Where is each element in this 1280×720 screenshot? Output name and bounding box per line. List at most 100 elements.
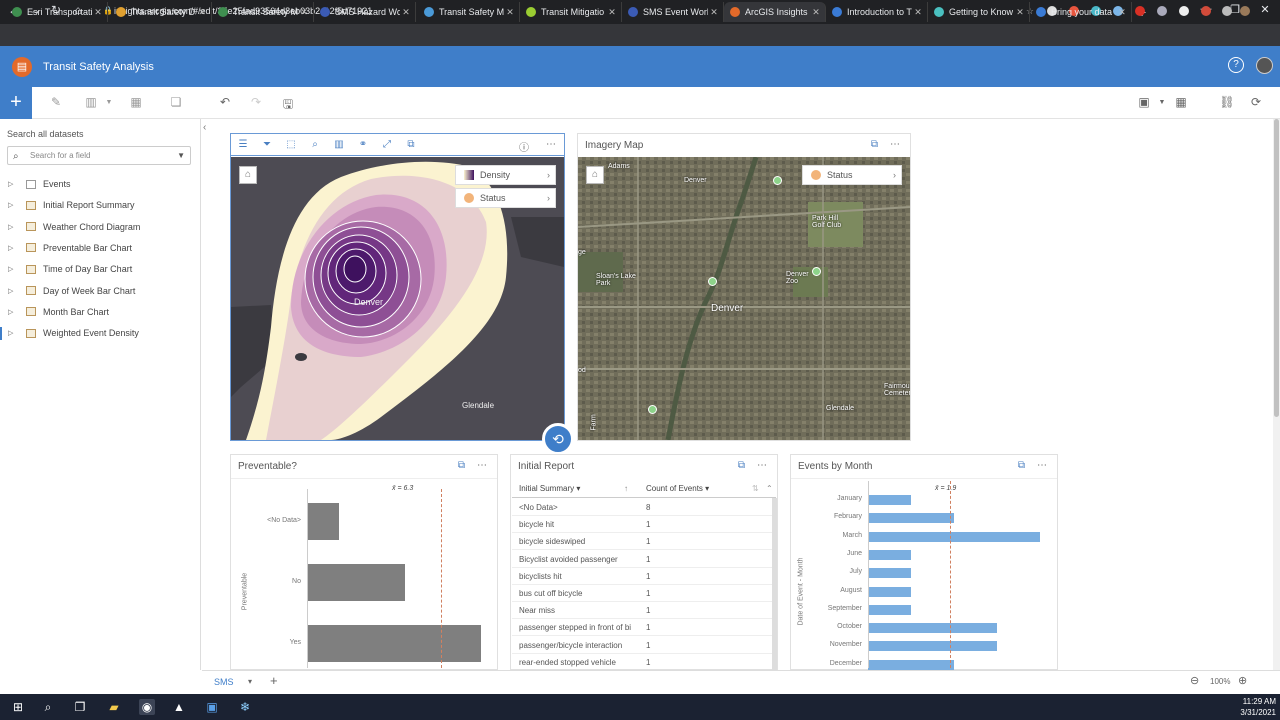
chevron-down-icon[interactable]: ▼ xyxy=(1153,99,1171,106)
chevron-up-icon[interactable]: ⌃ xyxy=(766,480,773,498)
event-point[interactable] xyxy=(708,277,717,286)
task-view-icon[interactable]: ❐ xyxy=(72,699,88,715)
imagery-map-canvas[interactable]: ⌂ Status › Adams Denver Park Hill Golf C… xyxy=(578,157,910,440)
table-row[interactable]: Bicyclist avoided passenger 1 xyxy=(512,551,774,568)
table-row[interactable]: passenger stepped in front of bi 1 xyxy=(512,619,774,637)
bar[interactable] xyxy=(307,625,481,662)
chevron-down-icon[interactable]: ▼ xyxy=(177,147,185,164)
browser-tab[interactable]: Transit Safety Ma ✕ xyxy=(212,2,314,22)
bar[interactable] xyxy=(868,568,911,579)
duplicate-icon[interactable]: ⧉ xyxy=(1018,460,1025,471)
close-tab-icon[interactable]: ✕ xyxy=(1116,7,1128,18)
browser-tab[interactable]: Transit Mitigatio ✕ xyxy=(520,2,622,22)
chevron-down-icon[interactable]: ▼ xyxy=(100,99,118,106)
browser-tab[interactable]: ArcGIS Insights ✕ xyxy=(724,2,826,22)
event-point[interactable] xyxy=(812,267,821,276)
browser-tab[interactable]: Bring your data ✕ xyxy=(1030,2,1132,22)
search-datasets-link[interactable]: Search all datasets xyxy=(7,129,84,139)
expand-triangle-icon[interactable]: ▷ xyxy=(8,287,18,295)
extensions-puzzle-icon[interactable] xyxy=(1222,6,1232,16)
dataset-item[interactable]: ▷ Weather Chord Diagram xyxy=(8,219,140,235)
expand-triangle-icon[interactable]: ▷ xyxy=(8,244,18,252)
close-tab-icon[interactable]: ✕ xyxy=(810,7,822,18)
browser-tab[interactable]: SMS Hazard Wor ✕ xyxy=(314,2,416,22)
duplicate-icon[interactable]: ⧉ xyxy=(403,139,419,150)
dataset-item[interactable]: ▷ Day of Week Bar Chart xyxy=(8,283,135,299)
legend-density-item[interactable]: Density › xyxy=(455,165,556,185)
help-icon[interactable]: ? xyxy=(1228,57,1244,73)
events-by-month-card[interactable]: Events by Month ⧉ ⋯ xyxy=(790,454,1058,670)
zoom-icon[interactable]: ⌕ xyxy=(307,139,323,150)
dataset-item[interactable]: ▷ Events xyxy=(8,176,71,192)
bar[interactable] xyxy=(307,503,339,540)
event-point[interactable] xyxy=(773,176,782,185)
expand-icon[interactable]: ⤢ xyxy=(379,139,395,150)
table-row[interactable]: Near miss 1 xyxy=(512,602,774,620)
expand-triangle-icon[interactable]: ▷ xyxy=(8,308,18,316)
save-icon[interactable]: 🖫 xyxy=(279,95,297,116)
browser-tab[interactable]: SMS Event Work ✕ xyxy=(622,2,724,22)
browser-tab[interactable]: Transit Safety Da ✕ xyxy=(110,2,212,22)
bar[interactable] xyxy=(868,513,954,524)
sort-icon[interactable]: ⇅ xyxy=(752,480,759,498)
more-options-icon[interactable]: ⋯ xyxy=(477,460,487,471)
legend-list-icon[interactable]: ☰ xyxy=(235,139,251,150)
bar[interactable] xyxy=(868,659,954,670)
model-icon[interactable]: ⛓ xyxy=(1218,95,1236,109)
column-header-count[interactable]: Count of Events ▾ xyxy=(646,480,709,498)
extension-icon[interactable] xyxy=(1157,6,1167,16)
close-tab-icon[interactable]: ✕ xyxy=(196,7,208,18)
close-tab-icon[interactable]: ✕ xyxy=(912,7,924,18)
bar[interactable] xyxy=(307,564,405,601)
close-tab-icon[interactable]: ✕ xyxy=(606,7,618,18)
event-point[interactable] xyxy=(648,405,657,414)
close-window-icon[interactable]: ✕ xyxy=(1255,3,1275,16)
system-clock[interactable]: 11:29 AM 3/31/2021 xyxy=(1232,696,1276,718)
profile-avatar[interactable] xyxy=(1240,6,1250,16)
duplicate-icon[interactable]: ⧉ xyxy=(458,460,465,471)
chrome-icon[interactable]: ◉ xyxy=(139,699,155,715)
insights-logo-icon[interactable]: ▤ xyxy=(12,57,32,77)
bar[interactable] xyxy=(868,604,911,615)
filter-icon[interactable]: ⏷ xyxy=(259,139,275,150)
undo-icon[interactable]: ↶ xyxy=(216,95,234,109)
dataset-item[interactable]: ▷ Preventable Bar Chart xyxy=(8,240,132,256)
dataset-item[interactable]: ▷ Time of Day Bar Chart xyxy=(8,261,132,277)
chart-icon[interactable]: ▥ xyxy=(331,139,347,150)
app-icon[interactable]: ▣ xyxy=(204,699,220,715)
browser-tab[interactable]: Esri Transportatio ✕ xyxy=(6,2,108,22)
grid-icon[interactable]: ▦ xyxy=(1172,95,1190,109)
sort-icon[interactable]: ↑ xyxy=(624,480,628,498)
browser-tab[interactable]: Transit Safety Ma ✕ xyxy=(418,2,520,22)
windows-start-icon[interactable]: ⊞ xyxy=(10,699,26,715)
expand-triangle-icon[interactable]: ▷ xyxy=(8,180,18,188)
browser-tab[interactable]: Getting to Know ✕ xyxy=(928,2,1030,22)
column-header-initial-summary[interactable]: Initial Summary ▾ xyxy=(519,480,580,498)
redo-icon[interactable]: ↷ xyxy=(247,95,265,109)
assistant-icon[interactable]: ⟲ xyxy=(542,423,574,455)
more-options-icon[interactable]: ⋯ xyxy=(543,139,559,150)
chart-icon[interactable]: ▥ xyxy=(82,95,100,109)
info-icon[interactable]: ⓘ xyxy=(516,139,532,154)
expand-triangle-icon[interactable]: ▷ xyxy=(8,329,18,337)
bar[interactable] xyxy=(868,549,911,560)
user-avatar[interactable] xyxy=(1256,57,1273,74)
table-row[interactable]: bus cut off bicycle 1 xyxy=(512,585,774,602)
share-icon[interactable]: ⟳ xyxy=(1247,95,1265,109)
density-map-canvas[interactable]: ⌂ Density › Status › Denver Glendale xyxy=(231,157,564,440)
close-tab-icon[interactable]: ✕ xyxy=(298,7,310,18)
table-row[interactable]: passenger/bicycle interaction 1 xyxy=(512,637,774,654)
edit-icon[interactable]: ✎ xyxy=(47,95,65,109)
table-row[interactable]: <No Data> 8 xyxy=(512,499,774,516)
close-tab-icon[interactable]: ✕ xyxy=(92,7,104,18)
table-row[interactable]: bicyclists hit 1 xyxy=(512,568,774,585)
zoom-out-icon[interactable]: ⊖ xyxy=(1190,674,1199,687)
collapse-pane-icon[interactable]: ‹ xyxy=(203,122,206,133)
map-home-icon[interactable]: ⌂ xyxy=(239,166,257,184)
table-icon[interactable]: ▦ xyxy=(127,95,145,109)
browser-tab[interactable]: Introduction to T ✕ xyxy=(826,2,928,22)
more-options-icon[interactable]: ⋯ xyxy=(890,139,900,150)
snowflake-app-icon[interactable]: ❄ xyxy=(237,699,253,715)
file-explorer-icon[interactable]: ▰ xyxy=(106,699,122,715)
dataset-item[interactable]: ▷ Initial Report Summary xyxy=(8,197,135,213)
